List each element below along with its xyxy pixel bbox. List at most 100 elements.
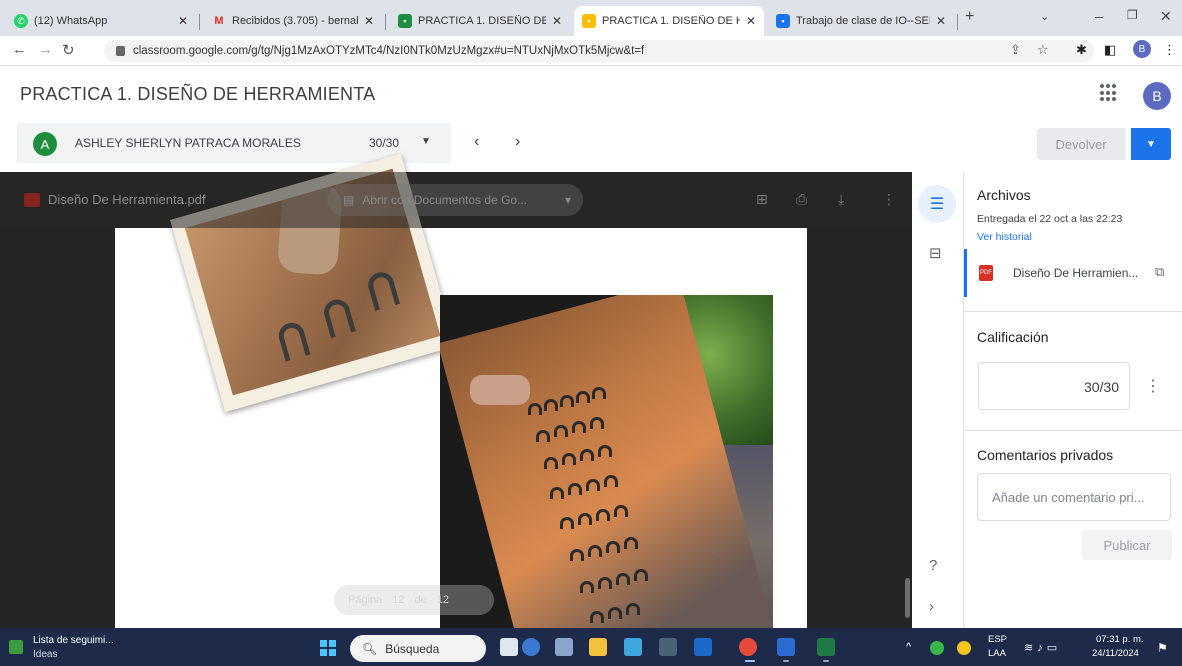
page-label: Página [348,594,383,606]
add-comment-icon[interactable]: ⊞ [756,191,768,208]
pdf-icon: PDF [979,265,993,281]
close-window-icon[interactable]: ✕ [1160,8,1172,25]
expand-panel-icon[interactable]: › [929,598,934,615]
return-button[interactable]: Devolver [1037,128,1125,160]
docs-icon: ▤ [343,193,355,207]
print-icon[interactable]: ⎙ [796,191,807,208]
student-name: ASHLEY SHERLYN PATRACA MORALES [75,136,301,150]
history-link[interactable]: Ver historial [977,231,1032,243]
copilot-icon[interactable] [522,638,540,656]
clock-time[interactable]: 07:31 p. m. [1096,634,1144,645]
search-icon: 🔍︎ [362,641,378,656]
running-indicator [823,660,829,662]
page-of: de [414,594,427,606]
tray-app-icon[interactable] [930,641,944,655]
store-icon[interactable] [624,638,642,656]
apps-grid-icon[interactable] [1100,84,1118,102]
calculator-icon[interactable] [694,638,712,656]
active-indicator [745,660,755,662]
more-options-icon[interactable]: ⋮ [882,191,896,208]
file-explorer-copilot-icon[interactable] [500,638,518,656]
viewer-scrollbar[interactable] [905,578,910,618]
tab-classroom-active[interactable]: ▪ PRACTICA 1. DISEÑO DE HEF ✕ [574,6,764,36]
tab-classwork[interactable]: ▪ Trabajo de clase de IO--SEPT ✕ [768,6,954,36]
keyboard-layout: LAA [988,648,1006,659]
grade-heading: Calificación [977,329,1049,345]
chevron-down-icon[interactable]: ▾ [565,193,571,207]
forward-icon[interactable]: → [38,41,53,58]
close-icon[interactable]: ✕ [364,14,374,28]
restore-icon[interactable]: ❐ [1127,8,1138,22]
close-icon[interactable]: ✕ [936,14,946,28]
account-avatar[interactable]: B [1143,82,1171,110]
files-panel-icon[interactable]: ☰ [918,185,956,223]
widget-title[interactable]: Lista de seguimi... [33,635,114,646]
next-student-icon[interactable]: › [515,133,520,151]
tray-app-icon[interactable] [957,641,971,655]
task-view-icon[interactable] [555,638,573,656]
tab-separator [957,14,958,30]
tab-classroom-1[interactable]: ▪ PRACTICA 1. DISEÑO DE HEF ✕ [390,6,570,36]
wifi-volume-battery-icon[interactable]: ≋♪▭ [1024,641,1061,654]
side-rail [912,172,964,628]
address-bar[interactable]: classroom.google.com/g/tg/Njg1MzAxOTYzMT… [104,40,1094,62]
files-heading: Archivos [977,187,1031,203]
viewer-file-name: Diseño De Herramienta.pdf [48,192,206,207]
private-comments-heading: Comentarios privados [977,447,1114,463]
close-icon[interactable]: ✕ [746,14,756,28]
clock-date: 24/11/2024 [1092,648,1139,659]
widget-subtitle: Ideas [33,649,58,660]
student-score: 30/30 [369,136,400,150]
windows-start-icon[interactable] [320,640,336,656]
publish-button[interactable]: Publicar [1082,530,1172,560]
open-with-button[interactable]: ▤ Abrir con Documentos de Go... ▾ [327,184,583,216]
app-icon[interactable] [659,638,677,656]
minimize-icon[interactable]: – [1095,8,1103,24]
chevron-down-icon: ▼ [421,136,431,147]
share-icon[interactable]: ⇪ [1010,42,1021,58]
tab-title: PRACTICA 1. DISEÑO DE HEF [602,15,740,27]
widgets-icon[interactable] [9,640,23,654]
file-explorer-icon[interactable] [589,638,607,656]
bookmark-star-icon[interactable]: ☆ [1037,42,1049,58]
chevron-up-icon[interactable]: ^ [906,641,911,653]
return-options-button[interactable]: ▼ [1131,128,1171,160]
help-icon[interactable]: ? [929,557,937,574]
chrome-icon[interactable] [739,638,757,656]
lock-icon [116,46,125,56]
classroom-icon: ▪ [398,14,412,28]
grade-value: 30/30 [1084,379,1120,395]
classroom-icon: ▪ [776,14,790,28]
extensions-icon[interactable]: ✱ [1076,42,1087,58]
back-icon[interactable]: ← [12,41,27,58]
download-icon[interactable]: ⤓ [838,191,844,208]
notifications-icon[interactable]: ⚑ [1157,641,1168,655]
private-comment-input[interactable]: Añade un comentario pri... [977,473,1171,521]
search-label: Búsqueda [385,641,440,656]
tab-whatsapp[interactable]: ✆ (12) WhatsApp ✕ [6,6,196,36]
tab-gmail[interactable]: M Recibidos (3.705) - bernabec ✕ [204,6,382,36]
word-icon[interactable] [777,638,795,656]
gmail-icon: M [214,15,224,27]
comments-panel-icon[interactable]: ⊟ [929,244,942,262]
more-vert-icon[interactable]: ⋮ [1145,376,1161,396]
new-tab-icon[interactable]: + [965,8,974,26]
close-icon[interactable]: ✕ [178,14,188,28]
tab-title: Trabajo de clase de IO--SEPT [796,15,930,27]
reload-icon[interactable]: ↻ [62,41,75,59]
taskbar-search[interactable]: 🔍︎ Búsqueda [350,635,486,662]
close-icon[interactable]: ✕ [552,14,562,28]
side-panel-icon[interactable]: ◧ [1104,42,1116,58]
browser-menu-icon[interactable]: ⋮ [1163,42,1176,58]
profile-avatar-small[interactable]: B [1133,40,1151,58]
open-in-new-icon[interactable]: ⧉ [1155,264,1164,280]
photo-tool-board [440,295,773,628]
tab-title: PRACTICA 1. DISEÑO DE HEF [418,15,546,27]
previous-student-icon[interactable]: ‹ [474,133,479,151]
whatsapp-icon: ✆ [14,14,28,28]
excel-icon[interactable] [817,638,835,656]
tab-search-icon[interactable]: ⌄ [1040,10,1049,23]
student-avatar: A [33,132,57,156]
language-indicator[interactable]: ESP [988,634,1007,645]
tab-title: (12) WhatsApp [34,15,108,27]
